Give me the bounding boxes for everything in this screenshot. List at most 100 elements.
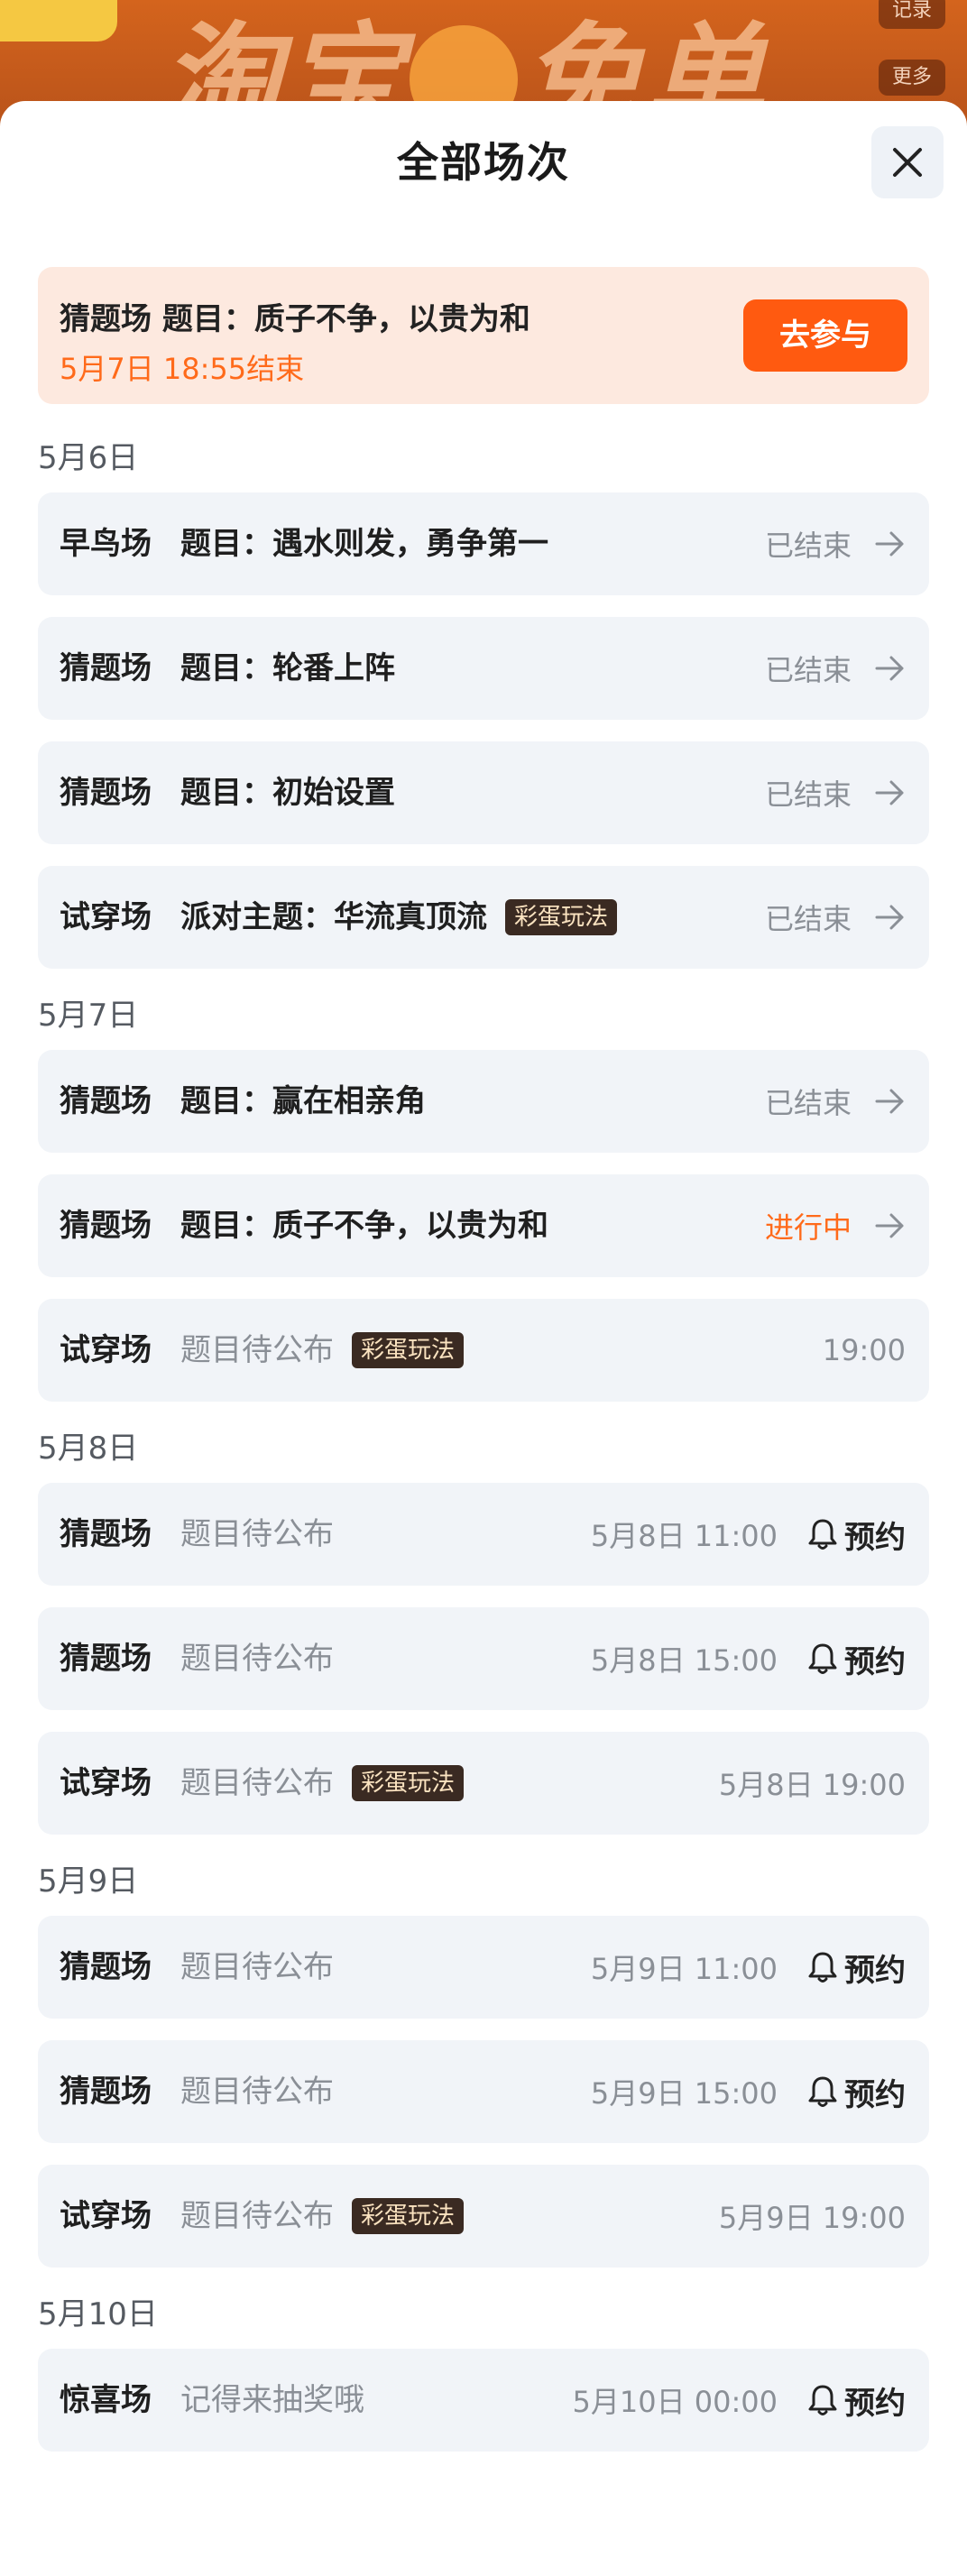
close-icon [893, 148, 922, 177]
session-row[interactable]: 猜题场 题目待公布 5月8日 11:00 预约 [38, 1483, 929, 1586]
session-row[interactable]: 猜题场 题目：初始设置 已结束 [38, 741, 929, 844]
reserve-button[interactable]: 预约 [806, 1637, 906, 1681]
session-type: 猜题场 [60, 1949, 152, 1985]
date-header: 5月9日 [38, 1863, 139, 1900]
session-status: 5月10日 00:00 预约 [573, 2349, 906, 2452]
session-row[interactable]: 猜题场 题目待公布 5月9日 15:00 预约 [38, 2040, 929, 2143]
session-topic-text: 题目：初始设置 [180, 775, 395, 811]
reserve-label: 预约 [844, 2076, 906, 2113]
header-yellow-decoration [0, 0, 117, 41]
join-button[interactable]: 去参与 [743, 299, 907, 372]
bell-icon [808, 2385, 837, 2415]
session-topic: 题目待公布 [180, 1916, 334, 2019]
session-time: 5月8日 19:00 [718, 1768, 906, 1802]
session-row[interactable]: 早鸟场 题目：遇水则发，勇争第一 已结束 [38, 492, 929, 595]
session-row[interactable]: 猜题场 题目待公布 5月8日 15:00 预约 [38, 1607, 929, 1710]
session-topic: 题目：赢在相亲角 [180, 1050, 426, 1153]
session-topic: 题目：轮番上阵 [180, 617, 395, 720]
session-status: 已结束 [765, 492, 906, 595]
session-time: 5月9日 19:00 [718, 2201, 906, 2235]
status-text: 已结束 [764, 653, 852, 687]
reserve-button[interactable]: 预约 [806, 2378, 906, 2423]
session-topic-text: 题目：赢在相亲角 [180, 1083, 426, 1119]
session-row[interactable]: 试穿场 题目待公布 彩蛋玩法 5月8日 19:00 [38, 1732, 929, 1835]
sessions-sheet: 全部场次 猜题场 题目：质子不争，以贵为和 5月7日 18:55结束 去参与 5… [0, 101, 967, 2576]
session-status: 5月8日 15:00 预约 [591, 1607, 906, 1710]
date-header: 5月7日 [38, 998, 139, 1034]
session-row[interactable]: 猜题场 题目待公布 5月9日 11:00 预约 [38, 1916, 929, 2019]
reserve-button[interactable]: 预约 [806, 1946, 906, 1990]
session-topic: 题目待公布 [180, 1483, 334, 1586]
session-row[interactable]: 猜题场 题目：轮番上阵 已结束 [38, 617, 929, 720]
session-topic-text: 题目待公布 [180, 1641, 334, 1677]
session-topic-text: 题目待公布 [180, 1949, 334, 1985]
session-time: 5月9日 11:00 [590, 1952, 778, 1986]
status-text: 已结束 [764, 902, 852, 936]
session-topic-text: 记得来抽奖哦 [180, 2382, 364, 2418]
arrow-right-icon [875, 656, 904, 681]
session-type: 猜题场 [60, 775, 152, 811]
session-type: 早鸟场 [60, 526, 152, 562]
current-session-card: 猜题场 题目：质子不争，以贵为和 5月7日 18:55结束 去参与 [38, 267, 929, 404]
bell-icon [808, 1952, 837, 1983]
status-text: 进行中 [764, 1210, 852, 1245]
session-status: 进行中 [765, 1174, 906, 1277]
session-status: 5月9日 11:00 预约 [591, 1916, 906, 2019]
session-topic-text: 题目待公布 [180, 1332, 334, 1368]
session-row[interactable]: 试穿场 题目待公布 彩蛋玩法 5月9日 19:00 [38, 2165, 929, 2268]
session-topic: 题目：初始设置 [180, 741, 395, 844]
arrow-right-icon [875, 780, 904, 805]
close-button[interactable] [871, 126, 944, 198]
session-type: 猜题场 [60, 1516, 152, 1552]
session-status: 已结束 [765, 617, 906, 720]
arrow-right-icon [875, 905, 904, 930]
session-row[interactable]: 试穿场 派对主题：华流真顶流 彩蛋玩法 已结束 [38, 866, 929, 969]
arrow-right-icon [875, 1089, 904, 1114]
reserve-button[interactable]: 预约 [806, 2070, 906, 2114]
session-type: 惊喜场 [60, 2382, 152, 2418]
more-button[interactable]: 更多 [879, 60, 945, 96]
reserve-label: 预约 [844, 1643, 906, 1680]
status-text: 已结束 [764, 529, 852, 563]
session-time: 5月10日 00:00 [572, 2385, 778, 2419]
record-button[interactable]: 记录 [879, 0, 945, 29]
session-time: 5月8日 11:00 [590, 1519, 778, 1553]
status-text: 已结束 [764, 1086, 852, 1120]
session-status: 已结束 [765, 866, 906, 969]
status-text: 已结束 [764, 777, 852, 812]
session-topic-text: 题目待公布 [180, 2074, 334, 2110]
session-time: 5月9日 15:00 [590, 2076, 778, 2111]
session-row[interactable]: 猜题场 题目：赢在相亲角 已结束 [38, 1050, 929, 1153]
session-status: 已结束 [765, 1050, 906, 1153]
arrow-right-icon [875, 1213, 904, 1238]
session-topic: 题目待公布 [180, 1607, 334, 1710]
session-topic: 题目待公布 彩蛋玩法 [180, 1299, 465, 1402]
session-topic-text: 题目待公布 [180, 1765, 334, 1801]
session-row[interactable]: 试穿场 题目待公布 彩蛋玩法 19:00 [38, 1299, 929, 1402]
session-row[interactable]: 惊喜场 记得来抽奖哦 5月10日 00:00 预约 [38, 2349, 929, 2452]
session-status: 已结束 [765, 741, 906, 844]
reserve-label: 预约 [844, 2385, 906, 2422]
bell-icon [808, 1519, 837, 1550]
reserve-button[interactable]: 预约 [806, 1513, 906, 1557]
session-topic: 题目：遇水则发，勇争第一 [180, 492, 548, 595]
date-header: 5月8日 [38, 1431, 139, 1467]
session-topic: 题目：质子不争，以贵为和 [180, 1174, 548, 1277]
session-type: 猜题场 [60, 1083, 152, 1119]
session-topic: 题目待公布 [180, 2040, 334, 2143]
easter-egg-badge: 彩蛋玩法 [352, 1765, 465, 1801]
session-topic-text: 题目待公布 [180, 1516, 334, 1552]
session-status: 19:00 [823, 1299, 906, 1402]
session-status: 5月9日 15:00 预约 [591, 2040, 906, 2143]
session-type: 猜题场 [60, 1208, 152, 1244]
session-type: 试穿场 [60, 1332, 152, 1368]
session-time: 5月8日 15:00 [590, 1643, 778, 1678]
session-topic-text: 题目：质子不争，以贵为和 [180, 1208, 548, 1244]
session-row[interactable]: 猜题场 题目：质子不争，以贵为和 进行中 [38, 1174, 929, 1277]
session-status: 5月9日 19:00 [719, 2165, 906, 2268]
session-type: 猜题场 [60, 1641, 152, 1677]
session-topic-text: 题目待公布 [180, 2198, 334, 2234]
session-type: 猜题场 [60, 2074, 152, 2110]
easter-egg-badge: 彩蛋玩法 [505, 899, 618, 935]
session-topic-text: 题目：轮番上阵 [180, 650, 395, 686]
